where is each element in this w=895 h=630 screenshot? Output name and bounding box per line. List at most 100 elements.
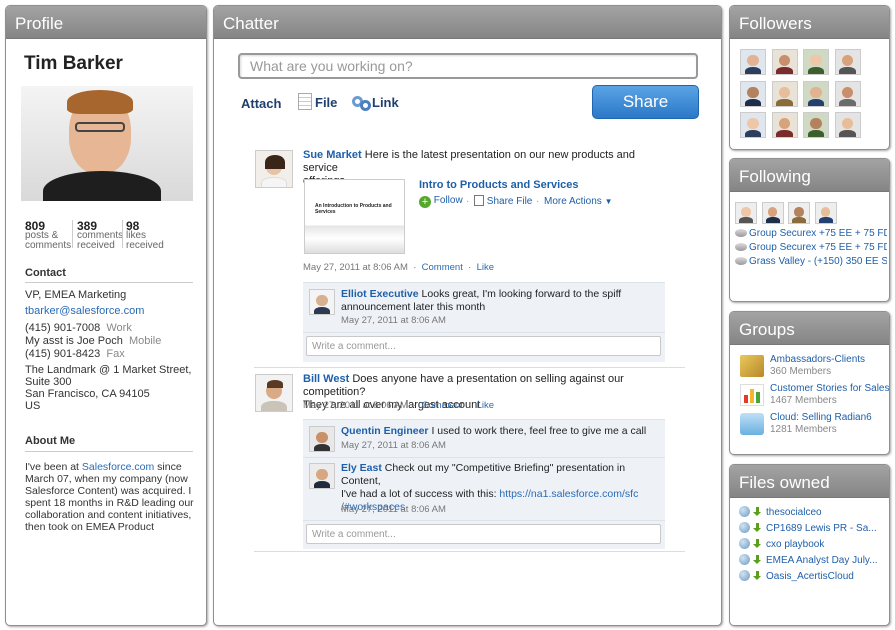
- avatar[interactable]: [309, 289, 335, 315]
- post-author[interactable]: Bill West: [303, 373, 349, 385]
- group-icon: [735, 257, 747, 265]
- group-icon-ambassadors: [740, 355, 764, 377]
- profile-header: Profile: [6, 6, 206, 39]
- post-meta: May 27, 2011 at 8:06 AM · Comment · Like: [303, 262, 495, 273]
- chatter-panel: Chatter What are you working on? Attach …: [213, 5, 722, 626]
- follower-avatar[interactable]: [740, 80, 766, 107]
- phone-fax: (415) 901-8423 Fax: [25, 348, 125, 360]
- followers-header: Followers: [730, 6, 889, 39]
- profile-email[interactable]: tbarker@salesforce.com: [25, 305, 144, 317]
- download-icon[interactable]: [753, 571, 762, 580]
- file-item[interactable]: thesocialceo: [739, 506, 889, 518]
- post-author[interactable]: Sue Market: [303, 149, 362, 161]
- comment-author[interactable]: Quentin Engineer: [341, 425, 429, 437]
- follower-avatar[interactable]: [834, 80, 861, 107]
- follower-avatar[interactable]: [803, 80, 829, 107]
- follower-avatar[interactable]: [771, 80, 798, 107]
- share-button[interactable]: Share: [592, 85, 699, 119]
- comments-box: Quentin Engineer I used to work there, f…: [303, 419, 665, 549]
- file-item[interactable]: Oasis_AcertisCloud: [739, 570, 889, 582]
- like-link[interactable]: Like: [477, 400, 494, 411]
- follower-avatar[interactable]: [834, 49, 861, 75]
- comment-author[interactable]: Elliot Executive: [341, 288, 419, 300]
- plus-icon: +: [419, 196, 431, 208]
- follower-avatar[interactable]: [803, 112, 829, 138]
- write-comment-input[interactable]: Write a comment...: [306, 524, 661, 544]
- follower-avatar[interactable]: [834, 112, 861, 138]
- follower-avatar[interactable]: [740, 112, 766, 138]
- stat-comments: 389 comments received: [77, 219, 124, 251]
- file-item[interactable]: CP1689 Lewis PR - Sa...: [739, 522, 889, 534]
- attach-link-button[interactable]: Link: [352, 94, 399, 111]
- contact-title: Contact: [25, 267, 66, 279]
- about-text: I've been at Salesforce.com since March …: [25, 461, 194, 533]
- stat-posts: 809 posts & comments: [25, 219, 72, 251]
- download-icon[interactable]: [753, 507, 762, 516]
- following-group-item[interactable]: Group Securex +75 EE + 75 FDC: [735, 242, 887, 253]
- attach-file-button[interactable]: File: [298, 93, 337, 110]
- profile-photo: [21, 86, 193, 201]
- follower-avatar[interactable]: [771, 49, 798, 75]
- download-icon[interactable]: [753, 523, 762, 532]
- workspace-link[interactable]: https://na1.salesforce.com/sfc: [499, 488, 638, 500]
- avatar[interactable]: [309, 426, 335, 452]
- avatar[interactable]: [255, 150, 293, 188]
- comment-timestamp: May 27, 2011 at 8:06 AM: [341, 504, 446, 515]
- comment-timestamp: May 27, 2011 at 8:06 AM: [341, 440, 446, 451]
- profile-title: VP, EMEA Marketing: [25, 289, 127, 301]
- stat-likes: 98 likes received: [126, 219, 164, 251]
- files-panel: Files owned thesocialceo CP1689 Lewis PR…: [729, 464, 890, 626]
- follower-avatar[interactable]: [803, 49, 829, 75]
- group-item[interactable]: Customer Stories for Sales 1467 Members: [770, 383, 889, 407]
- groups-header: Groups: [730, 312, 889, 345]
- group-icon-cloud: [740, 413, 764, 435]
- comments-box: Elliot Executive Looks great, I'm lookin…: [303, 282, 665, 362]
- following-avatar[interactable]: [735, 202, 757, 224]
- groups-panel: Groups Ambassadors-Clients 360 Members Cu…: [729, 311, 890, 455]
- post-meta: May 27, 2011 at 8:06 AM · Comment · Like: [303, 400, 495, 411]
- about-link[interactable]: Salesforce.com: [82, 461, 154, 473]
- comment-link[interactable]: Comment: [422, 262, 463, 273]
- group-icon: [735, 243, 747, 251]
- more-actions-menu[interactable]: More Actions ▼: [544, 196, 613, 207]
- following-header: Following: [730, 159, 889, 192]
- following-avatar[interactable]: [814, 202, 837, 224]
- follower-avatar[interactable]: [740, 49, 766, 75]
- profile-name: Tim Barker: [24, 53, 123, 74]
- comment-author[interactable]: Ely East: [341, 462, 382, 474]
- share-file-icon: [474, 195, 484, 206]
- avatar[interactable]: [309, 463, 335, 489]
- group-icon-chart: [740, 384, 764, 406]
- following-avatar[interactable]: [761, 202, 784, 224]
- file-type-icon: [739, 570, 750, 581]
- share-file-button[interactable]: Share File: [474, 195, 532, 207]
- phone-mobile: My asst is Joe Poch Mobile: [25, 335, 162, 347]
- file-type-icon: [739, 506, 750, 517]
- status-input[interactable]: What are you working on?: [238, 53, 698, 79]
- file-type-icon: [739, 522, 750, 533]
- comment-link[interactable]: Comment: [422, 400, 463, 411]
- file-title-link[interactable]: Intro to Products and Services: [419, 179, 579, 191]
- file-thumbnail[interactable]: An Introduction to Products and Services: [304, 179, 405, 254]
- download-icon[interactable]: [753, 555, 762, 564]
- following-avatar[interactable]: [788, 202, 810, 224]
- file-item[interactable]: EMEA Analyst Day July...: [739, 554, 889, 566]
- download-icon[interactable]: [753, 539, 762, 548]
- files-header: Files owned: [730, 465, 889, 498]
- profile-panel: Profile Tim Barker 809 posts & comments 38…: [5, 5, 207, 626]
- attach-label: Attach: [241, 96, 282, 111]
- following-panel: Following Group Securex +75 EE + 75 FDC …: [729, 158, 890, 302]
- group-item[interactable]: Ambassadors-Clients 360 Members: [770, 354, 889, 378]
- write-comment-input[interactable]: Write a comment...: [306, 336, 661, 356]
- like-link[interactable]: Like: [477, 262, 494, 273]
- avatar[interactable]: [255, 374, 293, 412]
- file-icon: [298, 93, 312, 110]
- file-item[interactable]: cxo playbook: [739, 538, 889, 550]
- follower-avatar[interactable]: [771, 112, 798, 138]
- following-group-item[interactable]: Grass Valley - (+150) 350 EE Ser: [735, 256, 887, 267]
- comment-text: Quentin Engineer I used to work there, f…: [341, 425, 647, 437]
- follow-file-button[interactable]: + Follow: [419, 195, 463, 208]
- following-group-item[interactable]: Group Securex +75 EE + 75 FDC: [735, 228, 887, 239]
- group-item[interactable]: Cloud: Selling Radian6 1281 Members: [770, 412, 889, 436]
- comment-text: Elliot Executive Looks great, I'm lookin…: [341, 288, 622, 313]
